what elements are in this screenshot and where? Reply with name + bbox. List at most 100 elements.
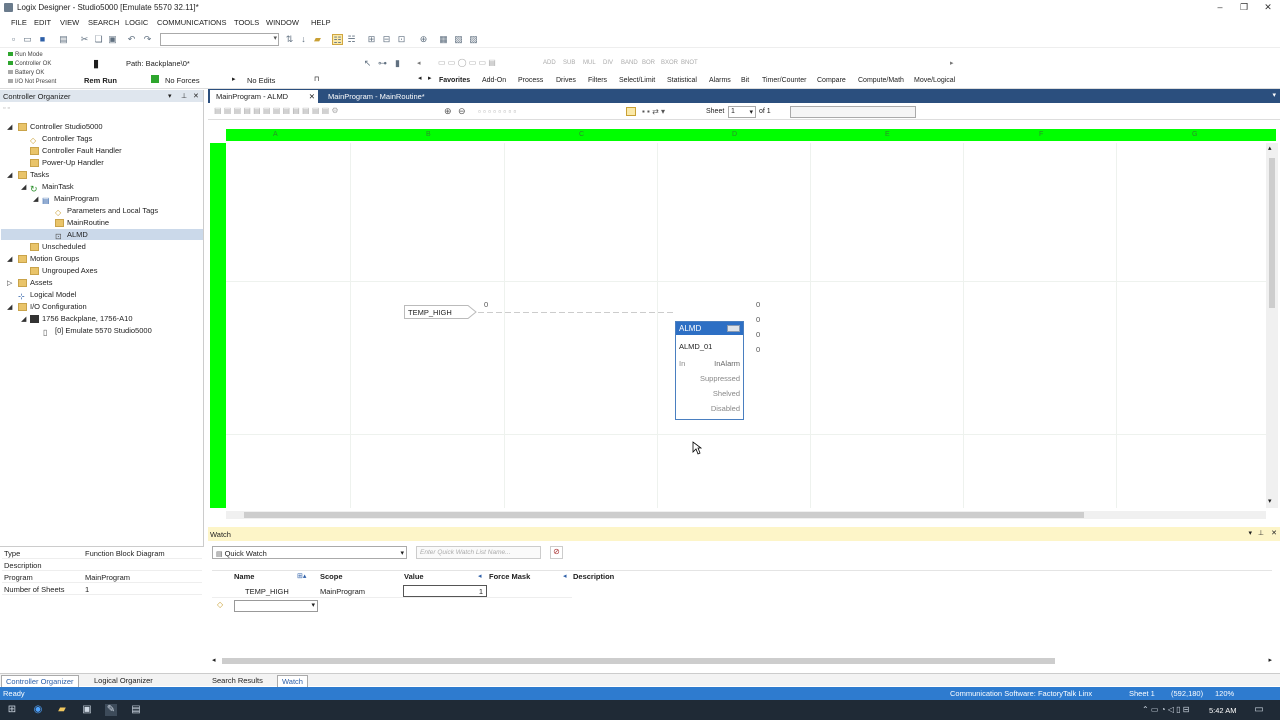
app-icon-taskbar[interactable]: ▤ xyxy=(130,704,142,716)
col-force-mask[interactable]: Force Mask xyxy=(489,572,530,581)
window-icon[interactable]: ▧ xyxy=(453,34,464,45)
tree-item-mainroutine[interactable]: MainRoutine xyxy=(55,217,109,229)
expand-icon[interactable]: ◢ xyxy=(7,123,12,131)
col-scope[interactable]: Scope xyxy=(320,572,343,581)
tab-almd-routine[interactable]: MainProgram - ALMD ✕ xyxy=(210,90,318,103)
instr-scroll-right-icon[interactable]: ▸ xyxy=(950,59,954,67)
instr-add[interactable]: ADD xyxy=(543,60,556,66)
instr-bor[interactable]: BOR xyxy=(642,60,655,66)
tabs-left-icon[interactable]: ◂ xyxy=(418,74,422,82)
sheet-description-field[interactable] xyxy=(790,106,916,118)
tree-item-controller[interactable]: Controller Studio5000 xyxy=(18,121,103,133)
col-force-arrow-icon[interactable]: ◂ xyxy=(563,572,567,580)
instr-scroll-left-icon[interactable]: ◂ xyxy=(417,59,421,67)
expand-icon[interactable]: ◢ xyxy=(33,195,38,203)
zoom-icon[interactable]: ⊕ xyxy=(418,34,429,45)
sheet-select[interactable]: 1 ▾ xyxy=(728,106,756,118)
collapse-icon[interactable]: ▷ xyxy=(7,279,12,287)
copy-icon[interactable]: ❏ xyxy=(93,34,104,45)
tree-item-controller-tags[interactable]: ◇ Controller Tags xyxy=(30,133,92,145)
expand-icon[interactable]: ◢ xyxy=(21,315,26,323)
tree-item-fault-handler[interactable]: Controller Fault Handler xyxy=(30,145,122,157)
menu-edit[interactable]: EDIT xyxy=(34,18,51,27)
cut-icon[interactable]: ✂ xyxy=(79,34,90,45)
col-name[interactable]: Name xyxy=(234,572,254,581)
tree-item-mainprogram[interactable]: ▤ MainProgram xyxy=(42,193,99,205)
menu-tools[interactable]: TOOLS xyxy=(234,18,259,27)
tree-item-unscheduled[interactable]: Unscheduled xyxy=(30,241,86,253)
almd-block[interactable]: ALMD ALMD_01 In InAlarm Suppressed Shelv… xyxy=(675,321,744,420)
tabs-dropdown-icon[interactable]: ▾ xyxy=(1272,91,1276,99)
tree-item-emulate-module[interactable]: ▯ [0] Emulate 5570 Studio5000 xyxy=(43,325,152,337)
maximize-icon[interactable]: ❐ xyxy=(1237,2,1251,14)
col-description[interactable]: Description xyxy=(573,572,614,581)
tab-bit[interactable]: Bit xyxy=(741,77,749,84)
scroll-thumb[interactable] xyxy=(1269,158,1275,308)
fbd-canvas[interactable]: TEMP_HIGH 0 ALMD ALMD_01 In InAlarm Supp… xyxy=(226,143,1266,508)
pin-icon[interactable]: ▮ xyxy=(392,58,403,69)
wire[interactable] xyxy=(478,311,674,315)
close-tab-icon[interactable]: ✕ xyxy=(309,92,315,101)
tab-timer-counter[interactable]: Timer/Counter xyxy=(762,77,806,84)
open-icon[interactable]: ▭ xyxy=(22,34,33,45)
find-up-icon[interactable]: ⇅ xyxy=(284,34,295,45)
watch-pin-icon[interactable]: ⊥ xyxy=(1258,529,1264,537)
col-value[interactable]: Value xyxy=(404,572,424,581)
find-down-icon[interactable]: ↓ xyxy=(298,34,309,45)
zoom-out-icon[interactable]: ⊖ xyxy=(458,106,466,117)
menu-view[interactable]: VIEW xyxy=(60,18,79,27)
scroll-right-icon[interactable]: ▸ xyxy=(1268,656,1272,664)
grid-toggle-icon[interactable] xyxy=(626,107,636,116)
controller-icon[interactable]: ▮ xyxy=(93,57,106,70)
tab-process[interactable]: Process xyxy=(518,77,543,84)
tree-item-motion-groups[interactable]: Motion Groups xyxy=(18,253,79,265)
menu-communications[interactable]: COMMUNICATIONS xyxy=(157,18,226,27)
watch-list-name-input[interactable]: Enter Quick Watch List Name... xyxy=(416,546,541,559)
tab-add-on[interactable]: Add-On xyxy=(482,77,506,84)
tab-compute-math[interactable]: Compute/Math xyxy=(858,77,904,84)
minimize-icon[interactable]: – xyxy=(1213,2,1227,14)
tab-mainroutine[interactable]: MainProgram - MainRoutine* xyxy=(322,90,452,103)
terminal-icon[interactable]: ▣ xyxy=(81,704,93,716)
print-icon[interactable]: ▤ xyxy=(58,34,69,45)
tab-search-results[interactable]: Search Results xyxy=(208,675,267,686)
expand-icon[interactable]: ◢ xyxy=(7,255,12,263)
instr-bnot[interactable]: BNOT xyxy=(681,60,698,66)
tab-statistical[interactable]: Statistical xyxy=(667,77,697,84)
tree-item-io-config[interactable]: I/O Configuration xyxy=(18,301,87,313)
expand-icon[interactable]: ◢ xyxy=(21,183,26,191)
tree-item-logical-model[interactable]: ⊹ Logical Model xyxy=(18,289,76,301)
menu-search[interactable]: SEARCH xyxy=(88,18,119,27)
tab-move-logical[interactable]: Move/Logical xyxy=(914,77,955,84)
col-value-arrow-icon[interactable]: ◂ xyxy=(478,572,482,580)
cell-value-editor[interactable]: 1 xyxy=(403,585,487,597)
editor-vscrollbar[interactable]: ▴ ▾ xyxy=(1266,143,1278,508)
scroll-up-icon[interactable]: ▴ xyxy=(1268,144,1272,152)
editor-hscrollbar[interactable] xyxy=(226,511,1266,519)
instr-sub[interactable]: SUB xyxy=(563,60,575,66)
watch-hscrollbar[interactable]: ◂ ▸ xyxy=(212,657,1272,665)
instr-band[interactable]: BAND xyxy=(621,60,638,66)
block-properties-button[interactable] xyxy=(727,325,740,332)
tab-drives[interactable]: Drives xyxy=(556,77,576,84)
tree-item-tasks[interactable]: Tasks xyxy=(18,169,49,181)
tree-item-backplane[interactable]: 1756 Backplane, 1756-A10 xyxy=(30,313,133,325)
search-combo[interactable]: ▾ xyxy=(160,33,279,46)
instr-bxor[interactable]: BXOR xyxy=(661,60,678,66)
watch-dropdown-icon[interactable]: ▾ xyxy=(1248,529,1252,537)
layout-icon[interactable]: ▦ xyxy=(438,34,449,45)
tab-select-limit[interactable]: Select/Limit xyxy=(619,77,655,84)
network-icon[interactable]: ⊶ xyxy=(377,58,388,69)
tab-compare[interactable]: Compare xyxy=(817,77,846,84)
undo-icon[interactable]: ↶ xyxy=(126,34,137,45)
trend-icon[interactable]: ⊡ xyxy=(396,34,407,45)
forces-arrow-icon[interactable]: ▸ xyxy=(232,75,236,83)
menu-window[interactable]: WINDOW xyxy=(266,18,299,27)
verify-controller-icon[interactable]: ☵ xyxy=(346,34,357,45)
scroll-thumb[interactable] xyxy=(222,658,1055,664)
browser-icon[interactable]: ◉ xyxy=(32,704,44,716)
expand-icon[interactable]: ◢ xyxy=(7,303,12,311)
file-explorer-icon[interactable]: ▰ xyxy=(56,704,68,716)
close-panel-icon[interactable]: ✕ xyxy=(193,92,199,100)
tabs-right-icon[interactable]: ▸ xyxy=(428,74,432,82)
